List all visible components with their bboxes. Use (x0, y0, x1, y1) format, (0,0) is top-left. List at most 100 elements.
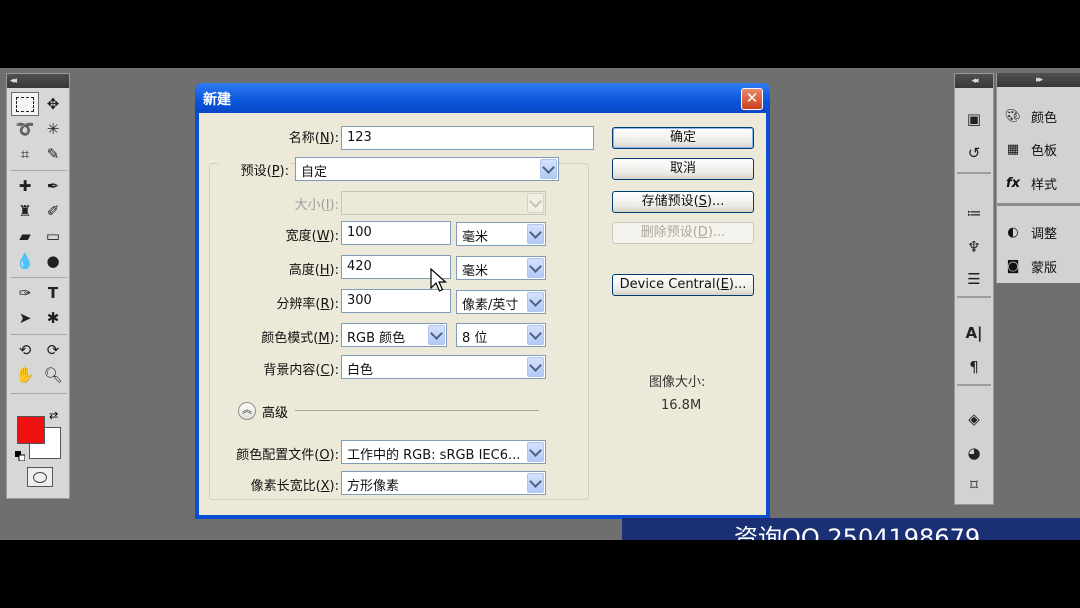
foreground-color-swatch[interactable] (17, 416, 45, 444)
navigator-icon[interactable]: ▣ (961, 106, 987, 132)
chevron-down-icon[interactable] (527, 292, 544, 312)
chevron-down-icon[interactable] (527, 442, 544, 462)
tool-presets-icon[interactable]: ☰ (961, 266, 987, 292)
name-input[interactable]: 123 (341, 126, 594, 150)
promo-banner: 资询QQ 2504198679 (622, 518, 1080, 540)
save-preset-button[interactable]: 存储预设(S)... (612, 191, 754, 213)
panel-tab-styles-label: 样式 (1031, 177, 1058, 193)
background-contents-select[interactable]: 白色 (341, 355, 546, 379)
magic-wand-tool-icon[interactable]: ✳ (39, 117, 67, 141)
preset-select[interactable]: 自定 (295, 157, 559, 181)
close-button[interactable]: ✕ (741, 88, 763, 110)
history-icon[interactable]: ↺ (961, 140, 987, 166)
brush-tool-icon[interactable]: ✒ (39, 174, 67, 198)
custom-shape-tool-icon[interactable]: ✱ (39, 306, 67, 330)
dodge-tool-icon[interactable]: ● (39, 249, 67, 273)
panel-tab-adjustments[interactable]: ◐ 调整 (1003, 219, 1079, 245)
pixel-aspect-value: 方形像素 (347, 479, 400, 494)
chevron-down-icon[interactable] (428, 325, 445, 345)
swatches-icon: ▦ (1006, 141, 1020, 157)
mouse-pointer-icon (430, 268, 448, 292)
advanced-label: 高级 (262, 406, 289, 421)
tools-panel-collapse-grip[interactable]: ◂◂ (7, 74, 69, 88)
image-size-value: 16.8M (661, 398, 702, 413)
pen-tool-icon[interactable]: ✑ (11, 281, 39, 305)
clone-source-icon[interactable]: ♆ (961, 234, 987, 260)
panel-tab-swatches[interactable]: ▦ 色板 (1003, 136, 1079, 162)
healing-brush-tool-icon[interactable]: ✚ (11, 174, 39, 198)
height-label: 高度(H): (288, 263, 339, 278)
color-mode-select[interactable]: RGB 颜色 (341, 323, 447, 347)
chevron-down-icon (527, 193, 544, 213)
promo-banner-text: 资询QQ 2504198679 (734, 524, 981, 540)
background-contents-value: 白色 (347, 363, 374, 378)
layers-icon[interactable]: ◈ (961, 406, 987, 432)
paths-icon[interactable]: ⌑ (961, 472, 987, 498)
width-input[interactable]: 100 (341, 221, 451, 245)
device-central-button[interactable]: Device Central(E)... (612, 274, 754, 296)
preset-label: 预设(P): (219, 160, 291, 179)
panel-tab-masks[interactable]: ◙ 蒙版 (1003, 253, 1079, 279)
bit-depth-select[interactable]: 8 位 (456, 323, 546, 347)
chevron-down-icon[interactable] (527, 258, 544, 278)
lasso-tool-icon[interactable]: ➰ (11, 117, 39, 141)
styles-fx-icon: fx (1005, 175, 1021, 191)
swap-colors-icon[interactable]: ⇄ (49, 409, 58, 422)
resolution-unit-select[interactable]: 像素/英寸 (456, 290, 546, 314)
chevron-down-icon[interactable] (527, 473, 544, 493)
type-tool-icon[interactable]: T (39, 281, 67, 305)
height-unit-select[interactable]: 毫米 (456, 256, 546, 280)
hand-tool-icon[interactable]: ✋ (11, 363, 39, 387)
eyedropper-tool-icon[interactable]: ✎ (39, 142, 67, 166)
chevron-down-icon[interactable] (527, 357, 544, 377)
gradient-tool-icon[interactable]: ▭ (39, 224, 67, 248)
collapsed-panels-dock: ◂◂ ▣ ↺ ≔ ♆ ☰ A| ¶ ◈ ◕ ⌑ (954, 73, 994, 505)
blur-tool-icon[interactable]: 💧 (11, 249, 39, 273)
size-select (341, 191, 546, 215)
color-profile-select[interactable]: 工作中的 RGB: sRGB IEC6... (341, 440, 546, 464)
rectangular-marquee-tool-icon[interactable] (11, 92, 39, 116)
color-mode-label: 颜色模式(M): (261, 331, 339, 346)
clone-stamp-tool-icon[interactable]: ♜ (11, 199, 39, 223)
dialog-body: 名称(N): 123 预设(P): 自定 大小(I): 宽度(W): 100 毫… (199, 113, 766, 515)
ok-button[interactable]: 确定 (612, 127, 754, 149)
color-profile-value: 工作中的 RGB: sRGB IEC6... (347, 448, 521, 463)
3d-orbit-tool-icon[interactable]: ⟳ (39, 338, 67, 362)
brushes-icon[interactable]: ≔ (961, 200, 987, 226)
image-size-label: 图像大小: (649, 375, 706, 390)
panels-collapse-grip[interactable]: ▸▸ (997, 73, 1080, 87)
dialog-title-bar[interactable]: 新建 ✕ (195, 83, 770, 113)
history-brush-tool-icon[interactable]: ✐ (39, 199, 67, 223)
chevron-down-icon[interactable] (540, 159, 557, 179)
color-profile-label: 颜色配置文件(O): (236, 448, 339, 463)
chevron-down-icon[interactable] (527, 224, 544, 244)
preset-select-value: 自定 (301, 165, 328, 180)
panel-tab-styles[interactable]: fx 样式 (1003, 170, 1079, 196)
crop-tool-icon[interactable]: ⌗ (11, 142, 39, 166)
channels-icon[interactable]: ◕ (961, 440, 987, 466)
default-colors-icon[interactable] (15, 446, 26, 462)
adjustments-icon: ◐ (1007, 224, 1019, 240)
panel-tab-color[interactable]: 🎨︎ 颜色 (1003, 103, 1079, 129)
cancel-button[interactable]: 取消 (612, 158, 754, 180)
pixel-aspect-select[interactable]: 方形像素 (341, 471, 546, 495)
eraser-tool-icon[interactable]: ▰ (11, 224, 39, 248)
width-label: 宽度(W): (285, 229, 339, 244)
delete-preset-button: 删除预设(D)... (612, 222, 754, 244)
paragraph-icon[interactable]: ¶ (961, 354, 987, 380)
resolution-unit-value: 像素/英寸 (462, 298, 519, 313)
character-icon[interactable]: A| (961, 320, 987, 346)
chevron-down-icon[interactable] (527, 325, 544, 345)
quick-mask-mode-icon[interactable] (27, 467, 53, 487)
advanced-toggle-button[interactable]: ︽ (238, 402, 256, 420)
width-unit-select[interactable]: 毫米 (456, 222, 546, 246)
dock-collapse-grip[interactable]: ◂◂ (955, 74, 993, 88)
path-selection-tool-icon[interactable]: ➤ (11, 306, 39, 330)
masks-icon: ◙ (1006, 258, 1020, 274)
zoom-tool-icon[interactable]: 🔍︎ (39, 363, 67, 387)
size-label: 大小(I): (294, 198, 339, 213)
move-tool-icon[interactable]: ✥ (39, 92, 67, 116)
panel-tab-swatches-label: 色板 (1031, 143, 1058, 159)
chevron-up-icon: ︽ (242, 405, 252, 416)
3d-rotate-tool-icon[interactable]: ⟲ (11, 338, 39, 362)
